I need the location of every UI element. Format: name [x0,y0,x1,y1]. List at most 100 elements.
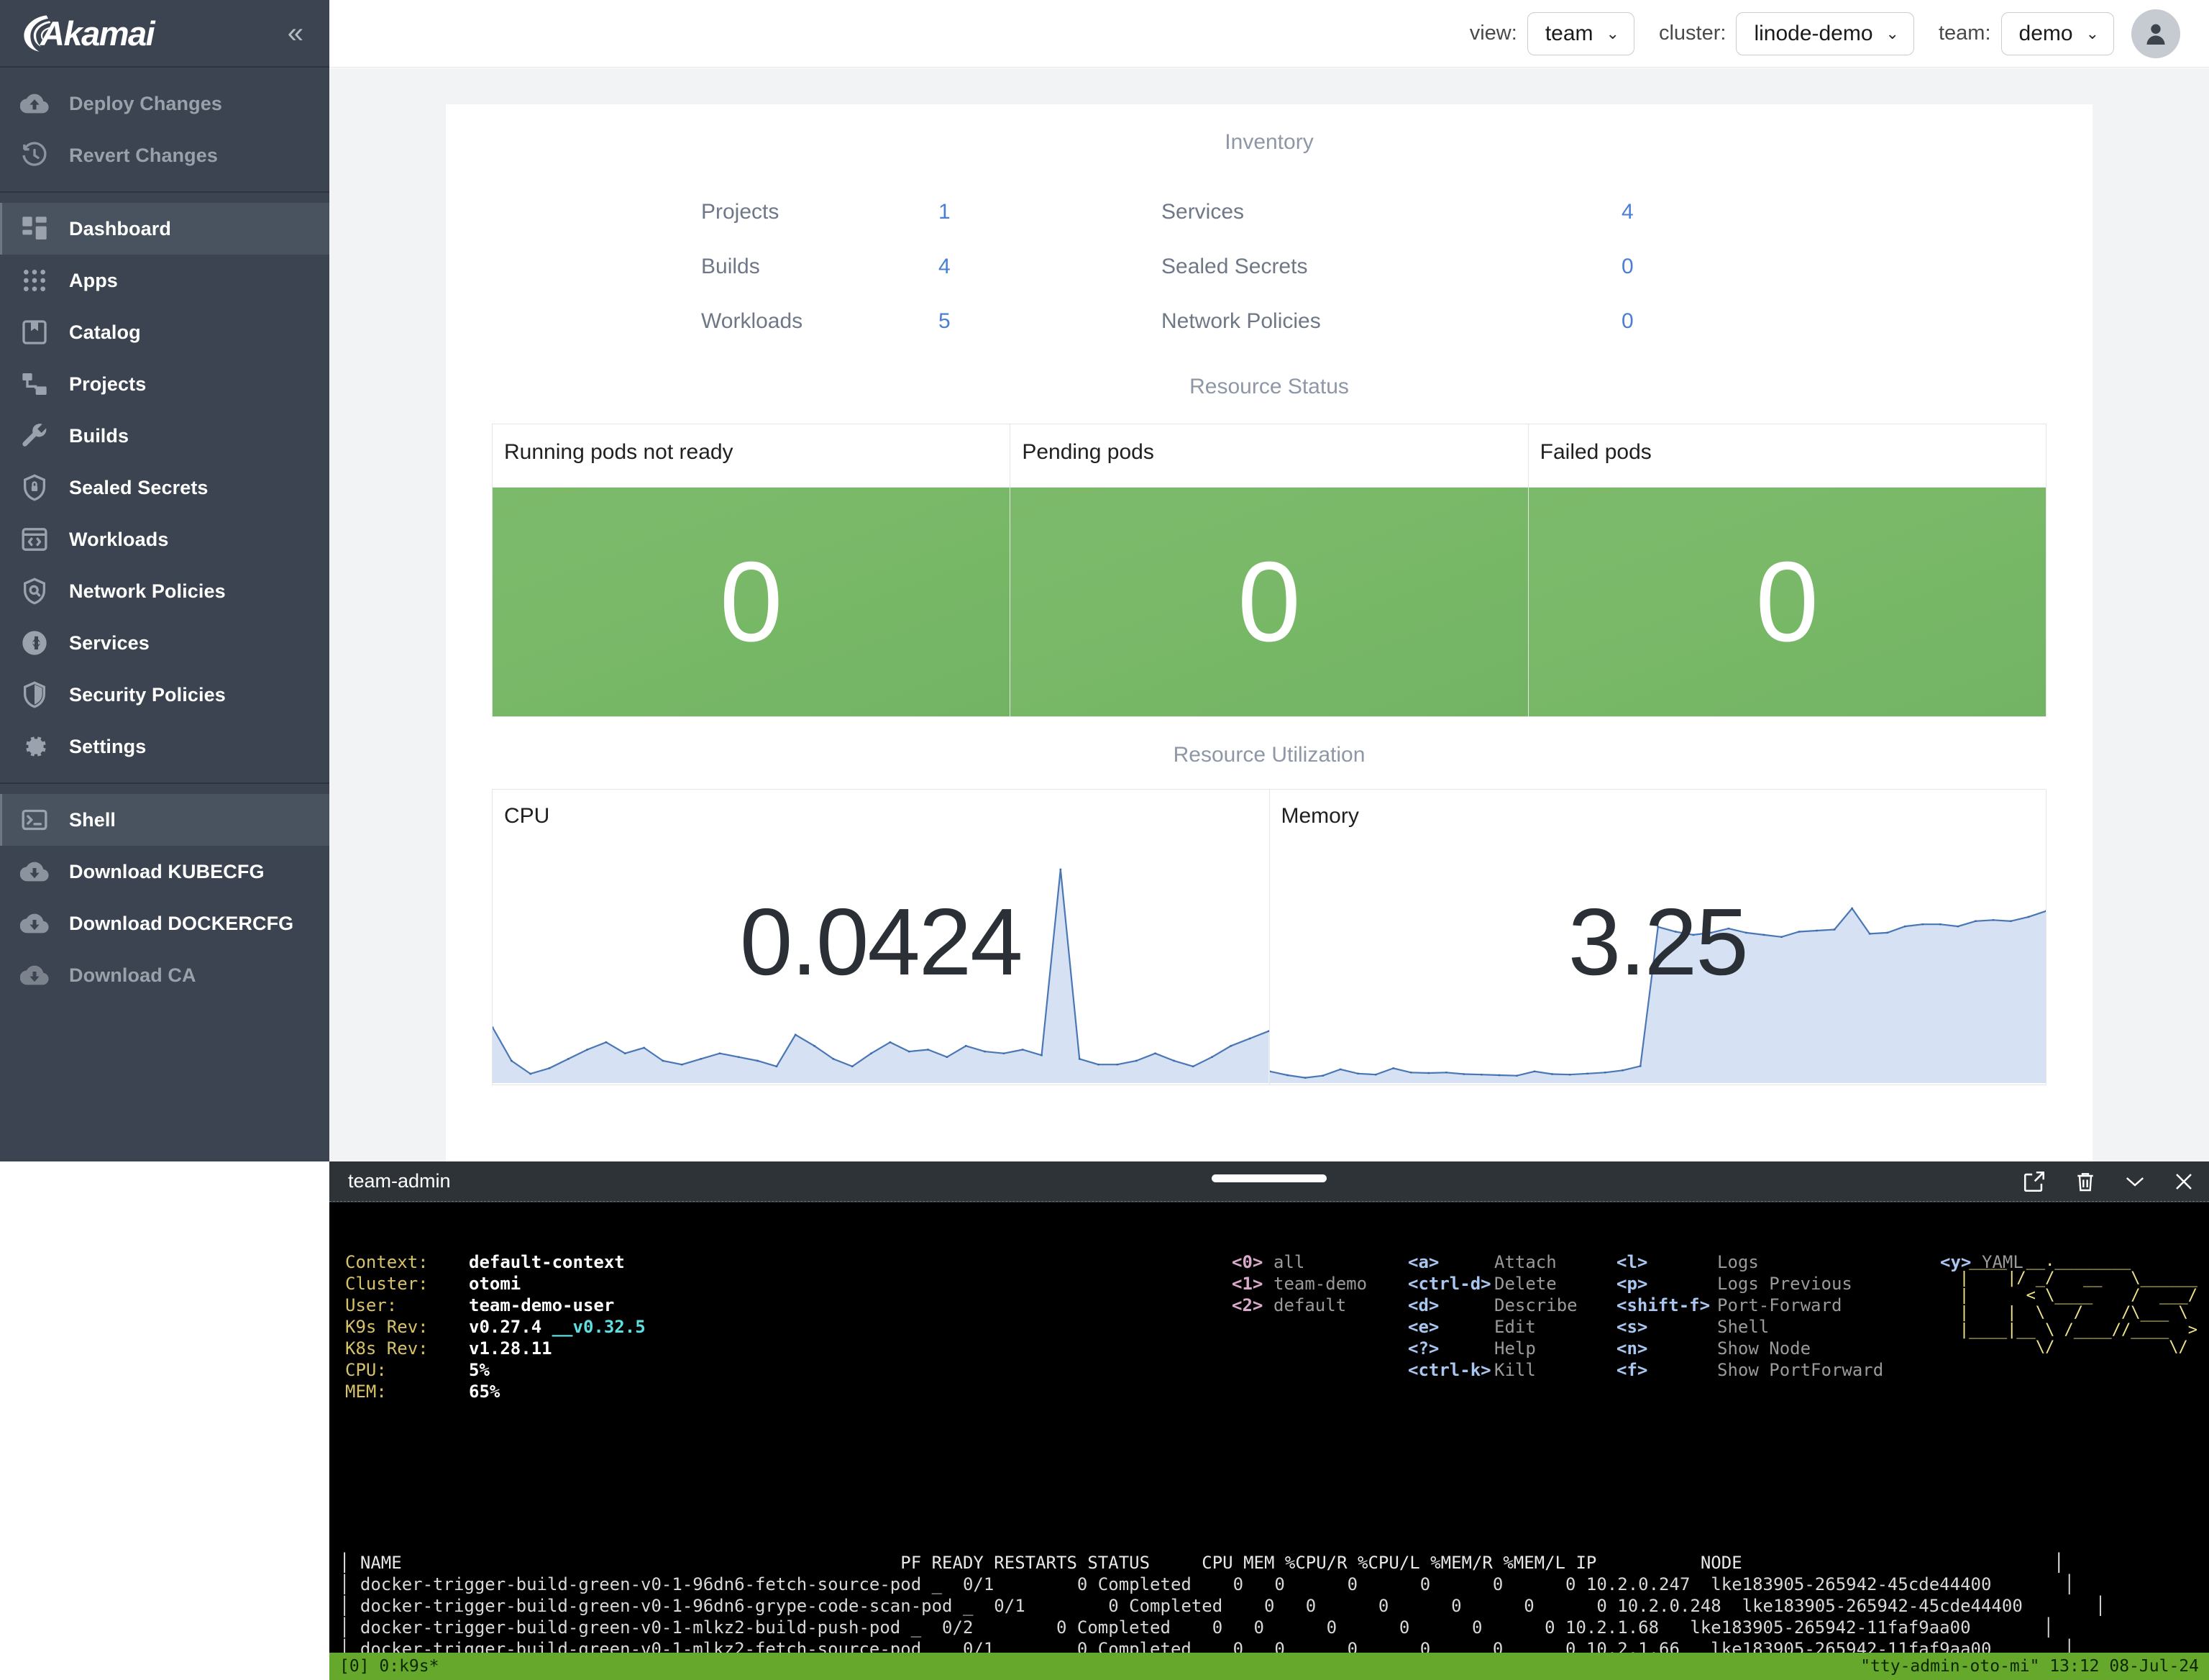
k9s-keybinding-key: <0> [1232,1252,1263,1272]
sidebar-item-download-dockercfg[interactable]: Download DOCKERCFG [0,898,329,949]
sidebar-item-label: Network Policies [69,580,226,602]
chevron-double-left-icon[interactable]: « [288,19,303,47]
cluster-select-value: linode-demo [1754,21,1873,45]
sidebar-item-services[interactable]: Services [0,617,329,669]
sidebar-item-label: Download KUBECFG [69,860,265,882]
inventory-value-network-policies[interactable]: 0 [1622,294,1837,349]
inventory-value-projects[interactable]: 1 [938,185,1161,239]
chevron-down-icon: ⌄ [1885,24,1899,42]
pods-table-row[interactable]: │ docker-trigger-build-green-v0-1-96dn6-… [339,1574,2199,1595]
pods-table-row[interactable]: │ docker-trigger-build-green-v0-1-96dn6-… [339,1595,2199,1617]
sidebar-item-label: Shell [69,808,116,831]
status-card-body: 0 [493,488,1010,716]
k9s-keybinding-label: default [1273,1295,1347,1315]
k9s-info-row: MEM: 65% [345,1381,646,1402]
sidebar-item-shell[interactable]: Shell [0,794,329,846]
sidebar-item-download-kubecfg[interactable]: Download KUBECFG [0,846,329,898]
team-select[interactable]: demo ⌄ [2000,12,2114,55]
k9s-header: Context: default-context Cluster: otomi User… [329,1246,2209,1402]
k9s-keybinding: <e> Edit [1408,1316,1578,1338]
k9s-keybinding: <s> Shell [1616,1316,1883,1338]
k9s-keybinding: <p> Logs Previous [1616,1273,1883,1295]
sidebar-item-network-policies[interactable]: Network Policies [0,565,329,617]
sidebar-item-catalog[interactable]: Catalog [0,306,329,358]
sidebar-item-revert-changes[interactable]: Revert Changes [0,129,329,181]
inventory-value-builds[interactable]: 4 [938,239,1161,294]
cloud-upload-icon [16,85,53,122]
pods-table-row[interactable]: │ docker-trigger-build-green-v0-1-mlkz2-… [339,1617,2199,1638]
terminal-screen[interactable]: Context: default-context Cluster: otomi User… [329,1202,2209,1680]
sidebar-item-download-ca[interactable]: Download CA [0,949,329,1001]
wrench-icon [16,417,53,455]
k9s-keybinding-key: <d> [1408,1295,1440,1315]
k9s-keybinding-label: Attach [1494,1252,1557,1272]
inventory-value-services[interactable]: 4 [1622,185,1837,239]
inventory-title: Inventory [1225,130,1314,154]
dashboard-card: Inventory Projects 1 Services 4 Builds 4… [446,104,2093,1161]
cluster-select[interactable]: linode-demo ⌄ [1736,12,1914,55]
k9s-keybinding-label: Delete [1494,1274,1557,1294]
sidebar-item-workloads[interactable]: Workloads [0,513,329,565]
status-card-label: Pending pods [1010,424,1528,488]
sidebar-item-sealed-secrets[interactable]: Sealed Secrets [0,462,329,513]
inventory-value-workloads[interactable]: 5 [938,294,1161,349]
chevron-down-icon: ⌄ [1606,24,1619,42]
k9s-ascii-logo: ____ __.________ | |/ _/ __ \______ | < … [1959,1252,2197,1356]
resource-status-row: Running pods not ready 0 Pending pods 0 … [492,424,2046,717]
util-card-cpu: CPU 0.0424 [493,790,1269,1085]
k9s-keybinding-key: <ctrl-k> [1408,1360,1491,1380]
resource-utilization-row: CPU 0.0424 Memory 3.25 [492,789,2046,1085]
k9s-cluster-info: Context: default-context Cluster: otomi User… [345,1251,646,1402]
sidebar-item-dashboard[interactable]: Dashboard [0,203,329,255]
chevron-down-icon: ⌄ [2085,24,2099,42]
k9s-keybinding-key: <n> [1616,1338,1648,1359]
popout-icon[interactable] [2022,1169,2046,1194]
sidebar-item-label: Workloads [69,528,169,550]
chevron-down-icon[interactable] [2124,1174,2146,1189]
shield-half-icon [16,676,53,713]
k9s-keybinding-key: <ctrl-d> [1408,1274,1491,1294]
sidebar-item-security-policies[interactable]: Security Policies [0,669,329,721]
sidebar-item-settings[interactable]: Settings [0,721,329,772]
gear-icon [16,728,53,765]
terminal-status-right: "tty-admin-oto-mi" 13:12 08-Jul-24 [1860,1657,2199,1676]
top-bar: view: team ⌄ cluster: linode-demo ⌄ team… [329,0,2209,68]
k9s-keybindings-col2: <a> Attach <ctrl-d> Delete <d> Describe <e> Edi… [1408,1251,1578,1381]
k9s-keybinding-label: all [1273,1252,1305,1272]
sidebar-item-builds[interactable]: Builds [0,410,329,462]
k9s-info-value: 65% [469,1382,500,1402]
util-card-memory: Memory 3.25 [1268,790,2046,1085]
k9s-info-key: Context: [345,1252,429,1272]
trash-icon[interactable] [2074,1169,2097,1194]
k9s-keybinding-label: Show PortForward [1717,1360,1884,1380]
k9s-keybinding-key: <e> [1408,1317,1440,1337]
view-select[interactable]: team ⌄ [1527,12,1634,55]
terminal-status-bar: [0] 0:k9s* "tty-admin-oto-mi" 13:12 08-J… [329,1653,2209,1680]
catalog-book-icon [16,314,53,351]
resource-utilization-title: Resource Utilization [1173,743,1366,767]
avatar[interactable] [2131,9,2180,58]
k9s-info-value: v1.28.11 [469,1338,552,1359]
sidebar-item-label: Sealed Secrets [69,476,209,498]
k9s-info-key: CPU: [345,1360,387,1380]
k9s-keybinding-key: <f> [1616,1360,1648,1380]
terminal-panel: team-admin Context: default-context Clus… [329,1161,2209,1680]
cluster-label: cluster: [1658,22,1727,45]
inventory-label-workloads: Workloads [701,309,803,333]
cloud-download-icon [16,853,53,890]
sidebar-item-projects[interactable]: Projects [0,358,329,410]
k9s-keybinding: <f> Show PortForward [1616,1359,1883,1381]
inventory-value-sealed-secrets[interactable]: 0 [1622,239,1837,294]
sidebar-item-deploy-changes[interactable]: Deploy Changes [0,78,329,129]
k9s-info-row: Context: default-context [345,1251,646,1273]
history-revert-icon [16,137,53,174]
cloud-download-icon [16,957,53,994]
status-card-value: 0 [1755,539,1819,665]
sidebar-item-apps[interactable]: Apps [0,255,329,306]
k9s-keybinding-label: team-demo [1273,1274,1368,1294]
status-card-label: Running pods not ready [493,424,1010,488]
main-content: Inventory Projects 1 Services 4 Builds 4… [329,68,2209,1161]
resource-status-title: Resource Status [1189,375,1349,398]
terminal-resize-handle[interactable] [1212,1174,1327,1182]
close-icon[interactable] [2173,1171,2195,1192]
